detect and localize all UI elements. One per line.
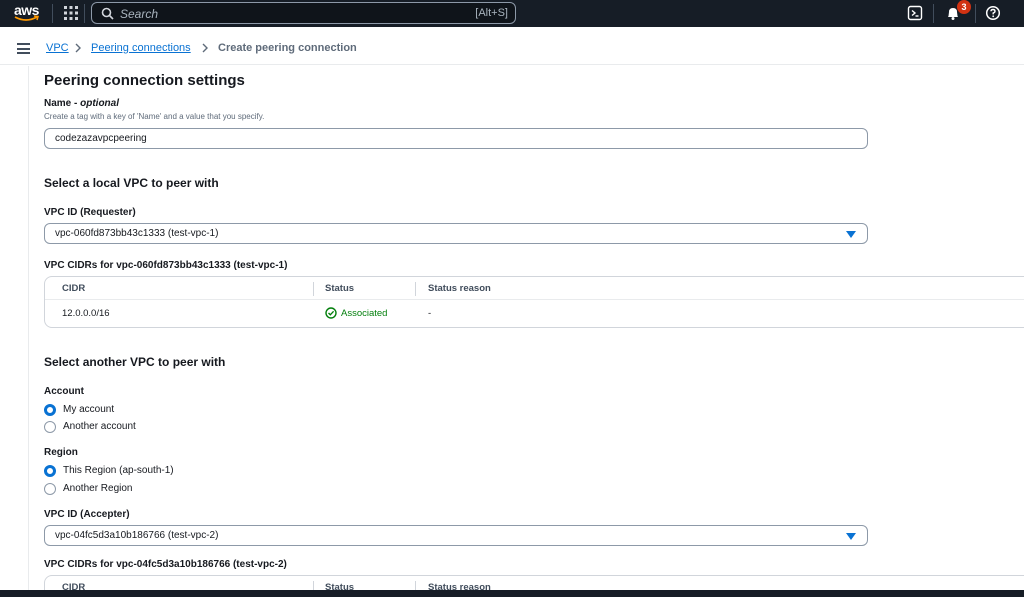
cidr-cell: 12.0.0.0/16 (62, 308, 110, 319)
nav-divider (933, 4, 934, 23)
radio-label: This Region (ap-south-1) (63, 465, 174, 476)
check-circle-icon (325, 307, 337, 319)
radio-button[interactable] (44, 483, 56, 495)
account-label: Account (44, 386, 84, 397)
search-shortcut: [Alt+S] (475, 7, 508, 19)
search-placeholder: Search (120, 7, 159, 21)
chevron-right-icon (202, 43, 208, 53)
nav-divider (52, 4, 53, 23)
radio-label: Another account (63, 421, 136, 432)
header-divider (45, 299, 1024, 300)
breadcrumb: VPC Peering connections Create peering c… (0, 33, 1024, 65)
help-icon[interactable] (985, 5, 1001, 21)
radio-button-selected[interactable] (44, 465, 56, 477)
cloudshell-icon[interactable] (907, 5, 923, 21)
name-label: Name - optional (44, 98, 119, 109)
breadcrumb-current: Create peering connection (218, 42, 357, 54)
chevron-right-icon (75, 43, 81, 53)
status-cell: Associated (341, 308, 388, 319)
column-header-status: Status (325, 283, 355, 294)
caret-down-icon (846, 231, 856, 238)
radio-button-selected[interactable] (44, 404, 56, 416)
remote-vpc-heading: Select another VPC to peer with (44, 355, 226, 369)
status-reason-cell: - (428, 308, 432, 319)
accepter-vpc-select[interactable]: vpc-04fc5d3a10b186766 (test-vpc-2) (44, 525, 868, 546)
radio-button[interactable] (44, 421, 56, 433)
accepter-vpc-value: vpc-04fc5d3a10b186766 (test-vpc-2) (55, 530, 219, 541)
requester-cidr-table: CIDR Status Status reason 12.0.0.0/16 As… (44, 276, 1024, 328)
menu-icon[interactable] (17, 43, 30, 54)
radio-label: Another Region (63, 483, 133, 494)
requester-vpc-label: VPC ID (Requester) (44, 207, 136, 218)
column-header-status-reason: Status reason (428, 283, 491, 294)
search-icon (101, 7, 114, 20)
requester-vpc-value: vpc-060fd873bb43c1333 (test-vpc-1) (55, 228, 219, 239)
name-label-text: Name - (44, 98, 81, 109)
name-field-value: codezazavpcpeering (55, 133, 147, 144)
top-navigation: aws Search [Alt+S] 3 (0, 0, 1024, 27)
radio-label: My account (63, 404, 115, 415)
services-grid-icon[interactable] (64, 6, 78, 20)
requester-cidrs-label: VPC CIDRs for vpc-060fd873bb43c1333 (tes… (44, 260, 288, 271)
column-divider (313, 282, 314, 296)
search-input[interactable]: Search [Alt+S] (91, 2, 516, 24)
column-header-cidr: CIDR (62, 283, 86, 294)
name-description: Create a tag with a key of 'Name' and a … (44, 112, 265, 121)
breadcrumb-vpc[interactable]: VPC (46, 42, 69, 54)
name-field[interactable]: codezazavpcpeering (44, 128, 868, 149)
aws-logo[interactable]: aws (14, 3, 40, 23)
content-rail (28, 66, 29, 597)
local-vpc-heading: Select a local VPC to peer with (44, 176, 219, 190)
nav-divider (975, 4, 976, 23)
notification-badge: 3 (957, 0, 971, 14)
section-title: Peering connection settings (44, 72, 245, 89)
accepter-cidrs-label: VPC CIDRs for vpc-04fc5d3a10b186766 (tes… (44, 559, 287, 570)
aws-smile-icon (14, 15, 39, 21)
column-divider (415, 282, 416, 296)
breadcrumb-peering-connections[interactable]: Peering connections (91, 42, 191, 54)
requester-vpc-select[interactable]: vpc-060fd873bb43c1333 (test-vpc-1) (44, 223, 868, 244)
optional-label: optional (80, 98, 120, 109)
bottom-bar (0, 590, 1024, 597)
region-label: Region (44, 447, 78, 458)
main-content: Peering connection settings Name - optio… (0, 66, 1024, 597)
nav-divider (84, 4, 85, 23)
caret-down-icon (846, 533, 856, 540)
accepter-vpc-label: VPC ID (Accepter) (44, 509, 130, 520)
